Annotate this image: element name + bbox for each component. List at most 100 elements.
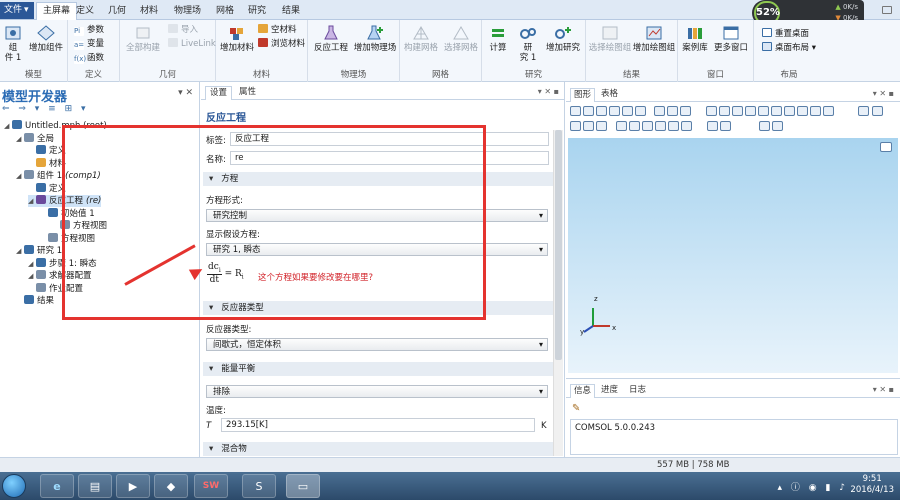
- camera-icon[interactable]: [880, 142, 892, 152]
- panel-controls-icon[interactable]: ▾ ✕ ▪: [538, 87, 559, 96]
- comsol-taskbar-icon[interactable]: ▭: [286, 474, 320, 498]
- tab-study[interactable]: 研究: [242, 3, 272, 20]
- tab-results[interactable]: 结果: [276, 3, 306, 20]
- tab-table[interactable]: 表格: [598, 88, 621, 102]
- graphics-tool-icon[interactable]: [654, 106, 665, 116]
- section-mixture[interactable]: 混合物: [203, 442, 555, 456]
- graphics-tool-icon[interactable]: [732, 106, 743, 116]
- tree-toggle-icon[interactable]: ◢: [4, 120, 12, 132]
- graphics-tool-icon[interactable]: [872, 106, 883, 116]
- graphics-canvas[interactable]: z x y: [568, 138, 898, 373]
- section-energy-balance[interactable]: 能量平衡: [203, 362, 555, 376]
- tree-toggle-icon[interactable]: ◢: [28, 270, 36, 282]
- explorer-icon[interactable]: ▤: [78, 474, 112, 498]
- tree-toggle-icon[interactable]: ◢: [16, 245, 24, 257]
- graphics-tool-icon[interactable]: [810, 106, 821, 116]
- add-plot-group-button[interactable]: 增加绘图组: [632, 22, 676, 53]
- select-plot-group-button[interactable]: 选择绘图组: [588, 22, 632, 53]
- tree-node[interactable]: 定义: [28, 182, 66, 195]
- clear-brush-icon[interactable]: ✎: [572, 403, 580, 414]
- add-physics-button[interactable]: 增加物理场: [352, 22, 398, 53]
- graphics-tool-icon[interactable]: [772, 121, 783, 131]
- temperature-field[interactable]: 293.15[K]: [221, 418, 535, 432]
- desktop-layout-button[interactable]: 桌面布局 ▾: [762, 42, 816, 54]
- graphics-tool-icon[interactable]: [596, 106, 607, 116]
- graphics-tool-icon[interactable]: [629, 121, 640, 131]
- component-button[interactable]: 组 件 1: [2, 22, 24, 63]
- tab-progress[interactable]: 进度: [598, 384, 621, 398]
- tab-info[interactable]: 信息: [570, 384, 596, 398]
- graphics-tool-icon[interactable]: [655, 121, 666, 131]
- settings-scrollbar[interactable]: [553, 130, 563, 456]
- sogou-icon[interactable]: S: [242, 474, 276, 498]
- graphics-tool-icon[interactable]: [570, 121, 581, 131]
- ie-icon[interactable]: e: [40, 474, 74, 498]
- graphics-tool-icon[interactable]: [570, 106, 581, 116]
- graphics-tool-icon[interactable]: [622, 106, 633, 116]
- tab-definitions[interactable]: 定义: [70, 3, 100, 20]
- blank-material-button[interactable]: 空材料: [258, 24, 297, 36]
- graphics-tool-icon[interactable]: [858, 106, 869, 116]
- graphics-tool-icon[interactable]: [759, 121, 770, 131]
- examples-button[interactable]: 案例库: [680, 22, 710, 53]
- tree-toggle-icon[interactable]: ◢: [28, 258, 36, 270]
- compute-button[interactable]: 计算: [484, 22, 512, 53]
- functions-button[interactable]: f(x)函数: [74, 52, 104, 64]
- graphics-tool-icon[interactable]: [642, 121, 653, 131]
- graphics-tool-icon[interactable]: [668, 121, 679, 131]
- media-player-icon[interactable]: ▶: [116, 474, 150, 498]
- tree-node[interactable]: ◢ 全局: [16, 132, 54, 145]
- pin-icon[interactable]: ▾ ✕: [178, 88, 193, 98]
- tab-file[interactable]: 文件: [0, 2, 34, 19]
- graphics-tool-icon[interactable]: [583, 121, 594, 131]
- graphics-tool-icon[interactable]: [784, 106, 795, 116]
- tree-node[interactable]: ◢ 研究 1: [16, 245, 62, 257]
- reaction-engineering-button[interactable]: 反应工程: [310, 22, 352, 53]
- browse-materials-button[interactable]: 浏览材料: [258, 38, 305, 50]
- graphics-tool-icon[interactable]: [707, 121, 718, 131]
- graphics-tool-icon[interactable]: [758, 106, 769, 116]
- info-panel-controls-icon[interactable]: ▾ ✕ ▪: [873, 385, 894, 394]
- tab-graphics[interactable]: 图形: [570, 88, 596, 102]
- study1-button[interactable]: 研 究 1: [514, 22, 542, 63]
- tree-node[interactable]: 结果: [16, 295, 54, 307]
- add-study-button[interactable]: 增加研究: [542, 22, 584, 53]
- tab-mesh[interactable]: 网格: [210, 3, 240, 20]
- graphics-tool-icon[interactable]: [680, 106, 691, 116]
- graphics-tool-icon[interactable]: [706, 106, 717, 116]
- solidworks-icon[interactable]: SW: [194, 474, 228, 498]
- energy-balance-select[interactable]: 排除: [206, 385, 548, 398]
- tab-geometry[interactable]: 几何: [102, 3, 132, 20]
- tab-materials[interactable]: 材料: [134, 3, 164, 20]
- graphics-tool-icon[interactable]: [771, 106, 782, 116]
- graphics-tool-icon[interactable]: [616, 121, 627, 131]
- build-mesh-button[interactable]: 构建网格: [402, 22, 440, 53]
- graphics-tool-icon[interactable]: [596, 121, 607, 131]
- tree-node[interactable]: 定义: [28, 145, 66, 157]
- tree-toggle-icon[interactable]: ◢: [28, 195, 36, 207]
- graphics-tool-icon[interactable]: [609, 106, 620, 116]
- add-material-button[interactable]: 增加材料: [218, 22, 256, 53]
- browser-icon[interactable]: ◆: [154, 474, 188, 498]
- model-builder-toolbar[interactable]: ⇐ ⇒ ▾ ≡ ⊞ ▾: [2, 104, 89, 118]
- import-button[interactable]: 导入: [168, 24, 198, 36]
- livelink-button[interactable]: LiveLink: [168, 38, 216, 50]
- tab-properties[interactable]: 属性: [235, 86, 260, 100]
- graphics-tool-icon[interactable]: [745, 106, 756, 116]
- window-restore-icon[interactable]: [882, 6, 892, 14]
- reactor-type-select[interactable]: 间歇式，恒定体积: [206, 338, 548, 351]
- add-component-button[interactable]: 增加组件: [26, 22, 66, 53]
- tree-toggle-icon[interactable]: ◢: [16, 133, 24, 145]
- graphics-tool-icon[interactable]: [797, 106, 808, 116]
- tab-settings[interactable]: 设置: [205, 86, 233, 100]
- graphics-tool-icon[interactable]: [823, 106, 834, 116]
- graphics-tool-icon[interactable]: [667, 106, 678, 116]
- tab-log[interactable]: 日志: [626, 384, 649, 398]
- variables-button[interactable]: a= 变量: [74, 38, 104, 50]
- reset-desktop-button[interactable]: 重置桌面: [762, 28, 809, 40]
- start-button[interactable]: [2, 474, 26, 498]
- graphics-tool-icon[interactable]: [583, 106, 594, 116]
- graphics-tool-icon[interactable]: [681, 121, 692, 131]
- system-tray-icons[interactable]: ▴ ⓘ ◉ ▮ ♪: [777, 480, 848, 493]
- graphics-tool-icon[interactable]: [719, 106, 730, 116]
